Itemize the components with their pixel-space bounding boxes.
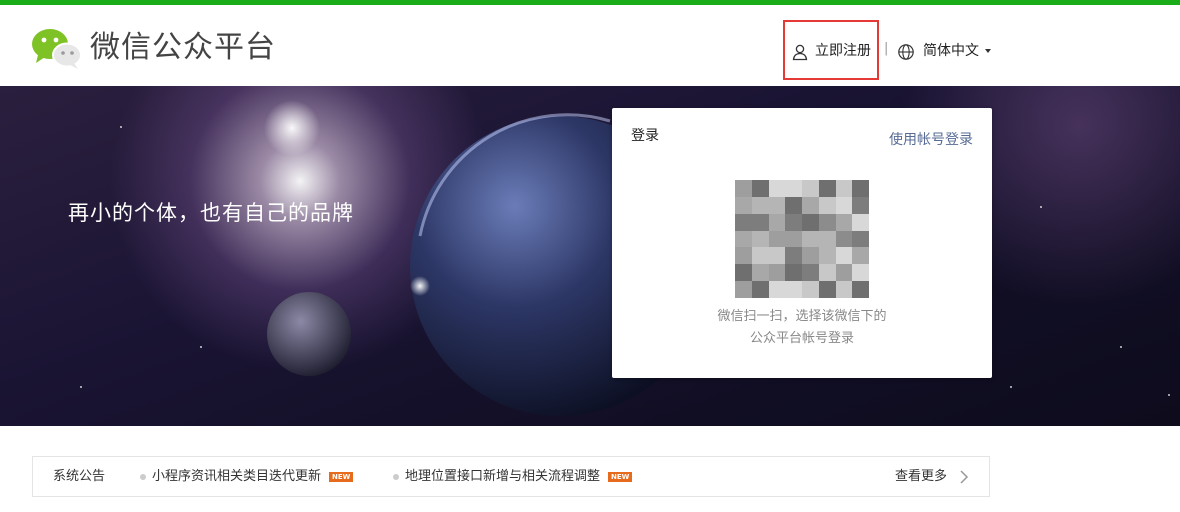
new-badge: NEW — [329, 471, 354, 482]
new-badge: NEW — [608, 471, 633, 482]
login-qr-code — [735, 180, 869, 298]
system-announcements: 系统公告 小程序资讯相关类目迭代更新 NEW 地理位置接口新增与相关流程调整 NEW… — [32, 456, 990, 497]
brand-title[interactable]: 微信公众平台 — [90, 30, 276, 66]
announcement-item[interactable]: 小程序资讯相关类目迭代更新 NEW — [140, 468, 354, 486]
qr-instructions: 微信扫一扫，选择该微信下的 公众平台帐号登录 — [612, 306, 992, 350]
user-icon — [792, 44, 808, 61]
announcement-item[interactable]: 地理位置接口新增与相关流程调整 NEW — [393, 468, 633, 486]
bullet-dot — [393, 473, 399, 480]
register-label: 立即注册 — [815, 43, 871, 59]
login-panel: 登录 使用帐号登录 微信扫一扫，选择该微信下的 公众平台帐号登录 — [612, 108, 992, 378]
language-label: 简体中文 — [923, 43, 979, 59]
caret-down-icon — [985, 49, 991, 53]
qr-tip-line-1: 微信扫一扫，选择该微信下的 — [717, 309, 887, 324]
chevron-right-icon[interactable] — [957, 469, 971, 485]
banner-slogan: 再小的个体，也有自己的品牌 — [68, 201, 354, 225]
qr-tip-line-2: 公众平台帐号登录 — [749, 331, 854, 346]
announcement-text: 小程序资讯相关类目迭代更新 — [152, 469, 322, 484]
hero-banner: 再小的个体，也有自己的品牌 — [0, 86, 1180, 426]
announcement-text: 地理位置接口新增与相关流程调整 — [405, 469, 601, 484]
announcements-label: 系统公告 — [53, 469, 106, 484]
header-separator: | — [884, 41, 889, 56]
globe-icon — [898, 44, 914, 60]
view-more-link[interactable]: 查看更多 — [895, 468, 947, 486]
wechat-logo — [32, 29, 82, 69]
login-title: 登录 — [631, 128, 659, 144]
header: 微信公众平台 立即注册 | 简体中文 — [0, 5, 1180, 86]
account-login-link[interactable]: 使用帐号登录 — [889, 130, 973, 150]
space-illustration — [264, 100, 710, 416]
bullet-dot — [140, 473, 146, 480]
register-button[interactable]: 立即注册 — [783, 20, 879, 80]
